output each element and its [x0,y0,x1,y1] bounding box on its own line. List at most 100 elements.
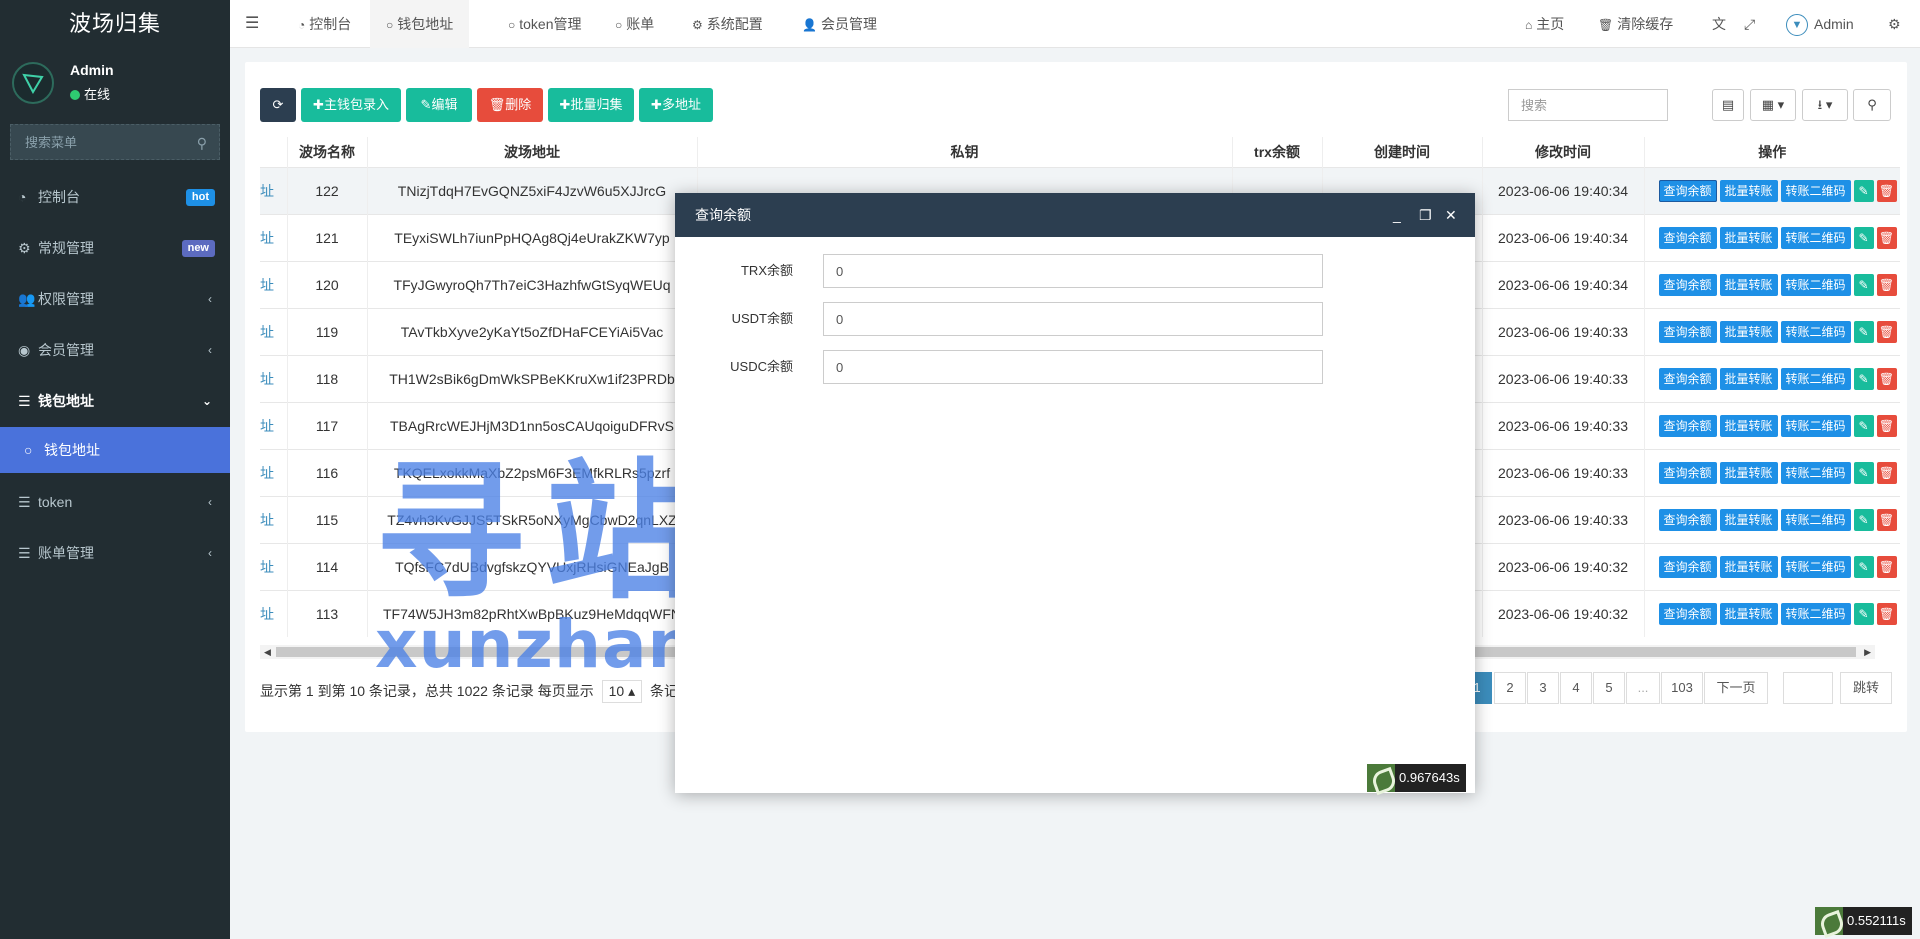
batch-transfer-button[interactable]: 批量转账 [1719,179,1778,202]
row-link[interactable]: 址 [260,448,287,496]
row-link[interactable]: 址 [260,354,287,402]
batch-transfer-button[interactable]: 批量转账 [1719,461,1778,484]
page-4[interactable]: 4 [1560,672,1592,704]
transfer-qr-button[interactable]: 转账二维码 [1780,226,1851,249]
usdc-balance-input[interactable] [823,350,1323,384]
query-balance-button[interactable]: 查询余额 [1658,273,1717,296]
transfer-qr-button[interactable]: 转账二维码 [1780,555,1851,578]
query-balance-button[interactable]: 查询余额 [1658,367,1717,390]
col-header-private-key[interactable]: 私钥 [696,137,1232,167]
col-header-trx-balance[interactable]: trx余额 [1231,137,1322,167]
close-icon[interactable]: ✕ [1445,193,1457,237]
batch-transfer-button[interactable]: 批量转账 [1719,226,1778,249]
fullscreen-icon[interactable]: ⤢ [1744,0,1755,48]
transfer-qr-button[interactable]: 转账二维码 [1780,461,1851,484]
edit-pencil-icon[interactable]: ✎ [1853,367,1874,390]
row-link[interactable]: 址 [260,589,287,637]
tab-members[interactable]: 👤 会员管理 [790,0,889,48]
sidebar-item-token[interactable]: ☰ token ‹ [0,477,230,528]
query-balance-button[interactable]: 查询余额 [1658,179,1717,202]
delete-trash-icon[interactable]: 🗑 [1876,555,1897,578]
trx-balance-input[interactable] [823,254,1323,288]
settings-gear-icon[interactable]: ⚙ [1888,0,1901,48]
scroll-right-icon[interactable]: ▶ [1864,645,1871,659]
multi-address-button[interactable]: ✚多地址 [639,88,713,122]
columns-dropdown-icon[interactable]: ▦ ▾ [1750,89,1796,121]
search-icon[interactable]: ⚲ [1853,89,1891,121]
tab-dashboard[interactable]: ◔ 控制台 [286,0,363,48]
language-icon[interactable]: 文 [1712,0,1726,48]
table-search-input[interactable] [1508,89,1668,121]
search-icon[interactable]: ⚲ [197,135,207,152]
transfer-qr-button[interactable]: 转账二维码 [1780,414,1851,437]
tab-token[interactable]: ○ token管理 [496,0,594,48]
next-page-button[interactable]: 下一页 [1704,672,1768,704]
tab-bills[interactable]: ○ 账单 [603,0,666,48]
page-5[interactable]: 5 [1593,672,1625,704]
batch-transfer-button[interactable]: 批量转账 [1719,367,1778,390]
sidebar-item-dashboard[interactable]: ◔ 控制台 hot [0,172,230,223]
export-dropdown-icon[interactable]: ⭳ ▾ [1802,89,1848,121]
tab-system-config[interactable]: ⚙ 系统配置 [680,0,775,48]
query-balance-button[interactable]: 查询余额 [1658,414,1717,437]
edit-pencil-icon[interactable]: ✎ [1853,273,1874,296]
delete-button[interactable]: 🗑删除 [477,88,543,122]
col-header-created[interactable]: 创建时间 [1321,137,1482,167]
sidebar-item-members[interactable]: ◉ 会员管理 ‹ [0,325,230,376]
col-header-name[interactable]: 波场名称 [286,137,367,167]
query-balance-button[interactable]: 查询余额 [1658,555,1717,578]
edit-pencil-icon[interactable]: ✎ [1853,508,1874,531]
menu-toggle-icon[interactable]: ☰ [245,0,259,48]
admin-menu[interactable]: ▼ Admin [1786,0,1854,48]
row-link[interactable]: 址 [260,401,287,449]
toggle-view-icon[interactable]: ▤ [1712,89,1744,121]
page-103[interactable]: 103 [1661,672,1703,704]
batch-transfer-button[interactable]: 批量转账 [1719,508,1778,531]
edit-pencil-icon[interactable]: ✎ [1853,226,1874,249]
sidebar-item-general[interactable]: ⚙ 常规管理 new [0,223,230,274]
delete-trash-icon[interactable]: 🗑 [1876,602,1897,625]
edit-pencil-icon[interactable]: ✎ [1853,414,1874,437]
query-balance-button[interactable]: 查询余额 [1658,508,1717,531]
batch-transfer-button[interactable]: 批量转账 [1719,602,1778,625]
edit-pencil-icon[interactable]: ✎ [1853,320,1874,343]
clear-cache-link[interactable]: 🗑 清除缓存 [1598,0,1673,48]
query-balance-button[interactable]: 查询余额 [1658,320,1717,343]
edit-button[interactable]: ✎编辑 [406,88,472,122]
delete-trash-icon[interactable]: 🗑 [1876,508,1897,531]
delete-trash-icon[interactable]: 🗑 [1876,273,1897,296]
row-link[interactable]: 址 [260,307,287,355]
transfer-qr-button[interactable]: 转账二维码 [1780,367,1851,390]
app-logo[interactable]: 波场归集 [0,0,230,50]
sidebar-item-permissions[interactable]: 👥 权限管理 ‹ [0,274,230,325]
sidebar-subitem-wallet-address[interactable]: ○ 钱包地址 [0,427,230,473]
delete-trash-icon[interactable]: 🗑 [1876,367,1897,390]
modal-header[interactable]: 查询余额 _ ❐ ✕ [675,193,1475,237]
transfer-qr-button[interactable]: 转账二维码 [1780,602,1851,625]
jump-button[interactable]: 跳转 [1840,672,1892,704]
row-link[interactable]: 址 [260,260,287,308]
edit-pencil-icon[interactable]: ✎ [1853,179,1874,202]
tab-wallet-address[interactable]: ○ 钱包地址 [370,0,470,48]
row-link[interactable]: 址 [260,213,287,261]
query-balance-button[interactable]: 查询余额 [1658,602,1717,625]
page-2[interactable]: 2 [1494,672,1526,704]
delete-trash-icon[interactable]: 🗑 [1876,414,1897,437]
batch-transfer-button[interactable]: 批量转账 [1719,555,1778,578]
jump-page-input[interactable] [1783,672,1833,704]
row-link[interactable]: 址 [260,495,287,543]
delete-trash-icon[interactable]: 🗑 [1876,320,1897,343]
usdt-balance-input[interactable] [823,302,1323,336]
batch-transfer-button[interactable]: 批量转账 [1719,320,1778,343]
delete-trash-icon[interactable]: 🗑 [1876,226,1897,249]
col-header-modified[interactable]: 修改时间 [1481,137,1644,167]
row-link[interactable]: 址 [260,542,287,590]
edit-pencil-icon[interactable]: ✎ [1853,602,1874,625]
menu-search-input[interactable] [11,125,219,159]
delete-trash-icon[interactable]: 🗑 [1876,461,1897,484]
sidebar-item-bills[interactable]: ☰ 账单管理 ‹ [0,528,230,579]
query-balance-button[interactable]: 查询余额 [1658,461,1717,484]
row-link[interactable]: 址 [260,166,287,214]
add-main-wallet-button[interactable]: ✚主钱包录入 [301,88,401,122]
edit-pencil-icon[interactable]: ✎ [1853,461,1874,484]
